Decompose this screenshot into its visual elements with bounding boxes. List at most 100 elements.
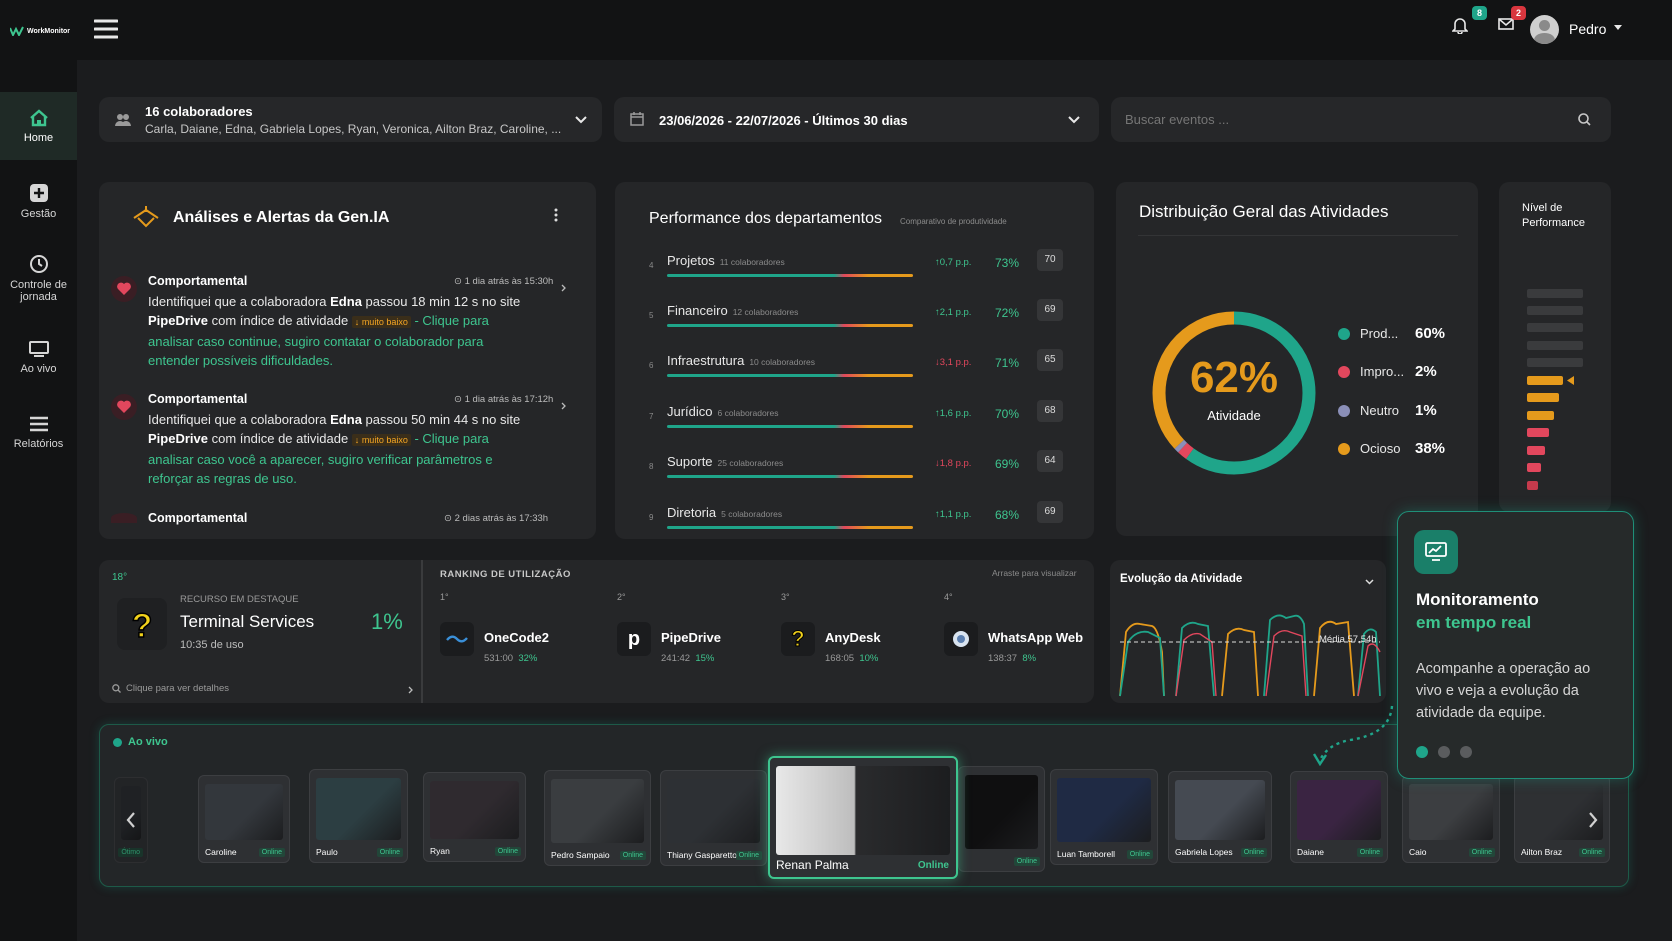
live-thumbnail[interactable]: Paulo Online bbox=[309, 769, 408, 863]
live-thumbnail[interactable]: Ryan Online bbox=[423, 772, 526, 862]
alerts-title: Análises e Alertas da Gen.IA bbox=[173, 209, 390, 226]
department-row[interactable]: 5 Financeiro 12 colaboradores ↑2,1 p.p. 72% 6… bbox=[645, 297, 1070, 345]
avatar[interactable] bbox=[1530, 15, 1559, 44]
screen-preview bbox=[1057, 778, 1151, 842]
chevron-down-icon[interactable] bbox=[575, 116, 587, 124]
department-delta: ↑0,7 p.p. bbox=[935, 257, 972, 268]
bell-icon[interactable] bbox=[1452, 16, 1468, 34]
legend-label: Prod... bbox=[1360, 326, 1399, 341]
app-logo[interactable]: WorkMonitor bbox=[10, 26, 70, 36]
chevron-right-icon bbox=[1589, 812, 1598, 828]
collaborators-filter[interactable]: 16 colaboradores Carla, Daiane, Edna, Ga… bbox=[99, 97, 602, 142]
pagination-dot[interactable] bbox=[1460, 746, 1472, 758]
search-icon[interactable] bbox=[1578, 113, 1591, 126]
department-row[interactable]: 9 Diretoria 5 colaboradores ↑1,1 p.p. 68% 69 bbox=[645, 499, 1070, 547]
chevron-down-icon[interactable] bbox=[1614, 25, 1622, 31]
ai-alerts-panel: Análises e Alertas da Gen.IA Comportamen… bbox=[99, 182, 596, 539]
live-thumbnail[interactable]: Thiany Gasparetto Online bbox=[660, 770, 767, 866]
featured-label: RECURSO EM DESTAQUE bbox=[180, 594, 299, 605]
department-rank: 7 bbox=[649, 412, 654, 421]
live-thumbnail[interactable]: Luan Tamborell Online bbox=[1050, 769, 1158, 865]
legend-dot-icon bbox=[1338, 365, 1350, 378]
live-thumbnail[interactable]: Daiane Online bbox=[1290, 771, 1388, 863]
department-row[interactable]: 8 Suporte 25 colaboradores ↓1,8 p.p. 69% 64 bbox=[645, 448, 1070, 496]
question-mark-icon: ? bbox=[781, 622, 815, 656]
featured-details-link[interactable]: Clique para ver detalhes bbox=[112, 683, 229, 694]
department-row[interactable]: 6 Infraestrutura 10 colaboradores ↓3,1 p.p.… bbox=[645, 347, 1070, 395]
department-rank: 6 bbox=[649, 361, 654, 370]
search-input[interactable] bbox=[1125, 109, 1555, 129]
popup-pagination[interactable] bbox=[1416, 746, 1472, 758]
department-pct: 70% bbox=[995, 407, 1020, 421]
department-name: Infraestrutura 10 colaboradores bbox=[667, 353, 816, 368]
realtime-monitoring-popup[interactable]: Monitoramento em tempo real Acompanhe a … bbox=[1397, 511, 1634, 779]
activity-donut-chart: 62% Atividade bbox=[1152, 311, 1316, 475]
department-name: Diretoria 5 colaboradores bbox=[667, 505, 783, 520]
alert-text[interactable]: Identifiquei que a colaboradora Edna pas… bbox=[148, 410, 538, 488]
search-events-field[interactable] bbox=[1111, 97, 1611, 142]
alert-category: Comportamental bbox=[148, 274, 248, 288]
live-thumbnail[interactable]: Pedro Sampaio Online bbox=[544, 770, 651, 866]
collaborators-title: 16 colaboradores bbox=[145, 104, 253, 119]
screen-preview bbox=[965, 775, 1038, 849]
thumbnail-status: Online bbox=[1013, 857, 1040, 866]
sidebar-item-ao-vivo[interactable]: Ao vivo bbox=[0, 340, 77, 375]
live-thumbnail[interactable]: Gabriela Lopes Online bbox=[1168, 771, 1272, 863]
home-icon bbox=[29, 108, 48, 126]
department-row[interactable]: 4 Projetos 11 colaboradores ↑0,7 p.p. 73% 70 bbox=[645, 247, 1070, 295]
legend-value: 2% bbox=[1415, 363, 1437, 380]
alert-time: ⊙ 1 dia atrás às 17:12h bbox=[454, 394, 554, 405]
department-delta: ↑1,1 p.p. bbox=[935, 509, 972, 520]
pagination-dot[interactable] bbox=[1438, 746, 1450, 758]
thumbnail-status: Online bbox=[494, 847, 521, 856]
monitor-chart-icon bbox=[1414, 530, 1458, 574]
sidebar-item-gestao[interactable]: Gestão bbox=[0, 183, 77, 220]
department-row[interactable]: 7 Jurídico 6 colaboradores ↑1,6 p.p. 70% 68 bbox=[645, 398, 1070, 446]
chevron-right-icon[interactable] bbox=[561, 284, 566, 292]
evolution-title: Evolução da Atividade bbox=[1120, 573, 1243, 585]
legend-item: Neutro 1% bbox=[1338, 402, 1437, 419]
screen-preview bbox=[551, 779, 644, 843]
monitor-icon bbox=[28, 341, 49, 357]
user-name[interactable]: Pedro bbox=[1569, 21, 1606, 37]
legend-item: Prod... 60% bbox=[1338, 325, 1445, 342]
live-thumbnail[interactable]: Online bbox=[958, 766, 1045, 872]
sidebar-item-label: Relatórios bbox=[13, 438, 64, 450]
department-delta: ↑1,6 p.p. bbox=[935, 408, 972, 419]
alert-text[interactable]: Identifiquei que a colaboradora Edna pas… bbox=[148, 292, 538, 370]
donut-center-value: 62% bbox=[1190, 353, 1278, 402]
thumbnail-status: Online bbox=[917, 860, 949, 871]
department-rank: 4 bbox=[649, 261, 654, 270]
date-range-filter[interactable]: 23/06/2026 - 22/07/2026 - Últimos 30 dia… bbox=[614, 97, 1099, 142]
pagination-dot-active[interactable] bbox=[1416, 746, 1428, 758]
sidebar-item-home[interactable]: Home bbox=[0, 92, 77, 160]
distribution-title: Distribuição Geral das Atividades bbox=[1139, 202, 1389, 221]
ranking-hint: Arraste para visualizar bbox=[992, 568, 1077, 578]
activity-evolution-chart bbox=[1119, 614, 1381, 697]
live-thumbnail[interactable]: Renan Palma Online bbox=[768, 756, 958, 879]
current-level-marker-icon bbox=[1567, 376, 1574, 385]
chevron-right-icon[interactable] bbox=[408, 686, 413, 694]
screen-preview bbox=[667, 779, 760, 843]
screen-preview bbox=[1297, 780, 1381, 840]
featured-name: Terminal Services bbox=[180, 612, 315, 631]
whatsapp-web-icon bbox=[944, 622, 978, 656]
sidebar-item-controle-de-jornada[interactable]: Controle de jornada bbox=[0, 254, 77, 303]
thumbnail-status: Online bbox=[1126, 850, 1153, 859]
sidebar-item-relatorios[interactable]: Relatórios bbox=[0, 415, 77, 450]
live-thumbnail[interactable]: Caroline Online bbox=[198, 775, 290, 863]
list-icon bbox=[29, 416, 48, 432]
carousel-next-button[interactable] bbox=[1576, 777, 1610, 863]
thumbnail-name: Ailton Braz bbox=[1521, 847, 1563, 857]
department-name: Jurídico 6 colaboradores bbox=[667, 404, 779, 419]
live-thumbnail[interactable]: Caio Online bbox=[1402, 775, 1500, 863]
chevron-right-icon[interactable] bbox=[561, 402, 566, 410]
chevron-down-icon[interactable] bbox=[1068, 116, 1080, 124]
hamburger-menu-icon[interactable] bbox=[94, 19, 118, 39]
department-score: 70 bbox=[1037, 249, 1063, 271]
carousel-prev-button[interactable] bbox=[114, 777, 148, 863]
popup-title: Monitoramento bbox=[1416, 590, 1539, 609]
more-options-icon[interactable] bbox=[554, 208, 558, 222]
department-progress-bar bbox=[667, 374, 913, 377]
chevron-down-icon[interactable] bbox=[1365, 579, 1374, 585]
